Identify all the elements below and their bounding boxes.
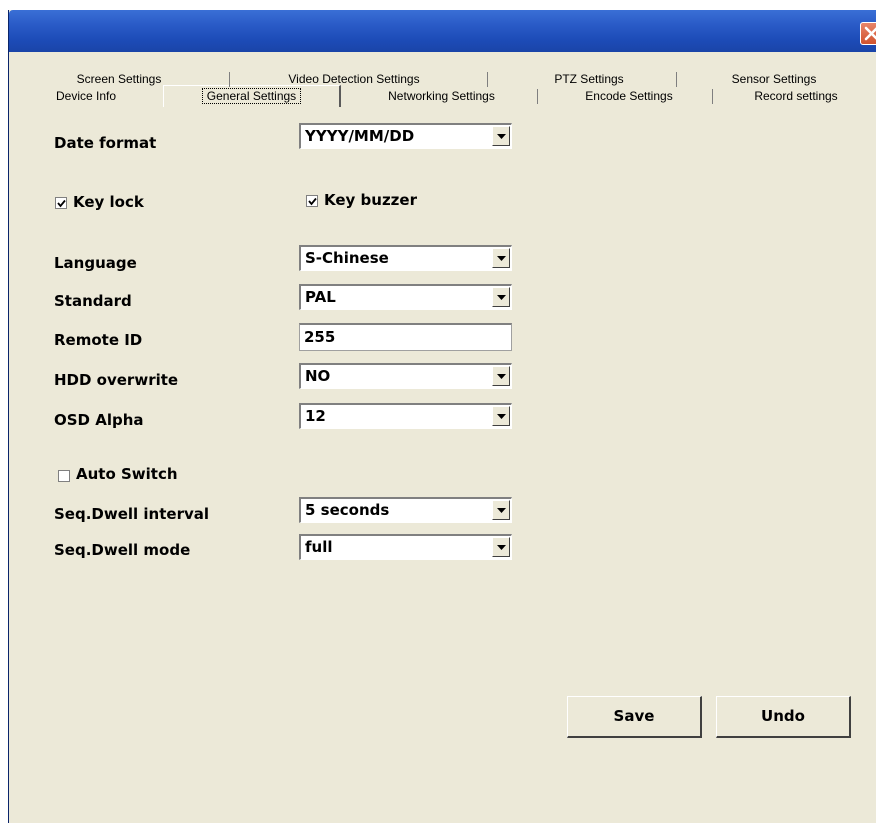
tab-general-settings[interactable]: General Settings <box>164 87 339 105</box>
language-select[interactable]: S-Chinese <box>299 245 512 271</box>
hdd-overwrite-label: HDD overwrite <box>54 371 179 389</box>
chevron-down-icon <box>497 256 506 261</box>
tab-row-top: Screen Settings Video Detection Settings… <box>9 70 876 88</box>
chevron-down-icon <box>497 508 506 513</box>
remote-id-input[interactable]: 255 <box>299 323 512 351</box>
settings-window: Screen Settings Video Detection Settings… <box>8 10 876 823</box>
chevron-down-icon <box>497 414 506 419</box>
key-lock-checkbox[interactable] <box>55 197 67 209</box>
auto-switch-checkbox[interactable] <box>58 470 70 482</box>
key-buzzer-label: Key buzzer <box>324 191 417 209</box>
dropdown-button[interactable] <box>492 248 510 268</box>
tab-separator <box>676 72 677 87</box>
standard-select[interactable]: PAL <box>299 284 512 310</box>
remote-id-value: 255 <box>304 328 336 346</box>
check-icon <box>308 197 317 206</box>
tab-separator <box>229 72 230 87</box>
date-format-label: Date format <box>54 134 157 152</box>
tab-separator <box>537 89 538 104</box>
tab-general-settings-label: General Settings <box>201 88 302 104</box>
tab-screen-settings[interactable]: Screen Settings <box>39 70 199 88</box>
hdd-overwrite-select[interactable]: NO <box>299 363 512 389</box>
dropdown-button[interactable] <box>492 126 510 146</box>
tab-strip: Screen Settings Video Detection Settings… <box>9 52 876 120</box>
hdd-overwrite-value: NO <box>305 367 331 385</box>
save-button[interactable]: Save <box>567 696 702 738</box>
remote-id-label: Remote ID <box>54 331 143 349</box>
dropdown-button[interactable] <box>492 287 510 307</box>
tab-separator <box>712 89 713 104</box>
seq-dwell-mode-label: Seq.Dwell mode <box>54 541 191 559</box>
seq-dwell-interval-value: 5 seconds <box>305 501 390 519</box>
auto-switch-label: Auto Switch <box>76 465 178 483</box>
seq-dwell-mode-select[interactable]: full <box>299 534 512 560</box>
tab-device-info[interactable]: Device Info <box>11 87 161 105</box>
check-icon <box>57 199 66 208</box>
chevron-down-icon <box>497 134 506 139</box>
tab-row-bottom: Device Info General Settings Networking … <box>9 87 876 105</box>
tab-encode-settings[interactable]: Encode Settings <box>544 87 714 105</box>
tab-networking-settings[interactable]: Networking Settings <box>344 87 539 105</box>
key-buzzer-checkbox[interactable] <box>306 195 318 207</box>
osd-alpha-select[interactable]: 12 <box>299 403 512 429</box>
language-label: Language <box>54 254 137 272</box>
seq-dwell-interval-label: Seq.Dwell interval <box>54 505 210 523</box>
date-format-value: YYYY/MM/DD <box>305 127 415 145</box>
close-x-icon <box>864 26 876 41</box>
dropdown-button[interactable] <box>492 406 510 426</box>
title-bar[interactable] <box>9 10 876 52</box>
dropdown-button[interactable] <box>492 537 510 557</box>
key-lock-label: Key lock <box>73 193 144 211</box>
chevron-down-icon <box>497 295 506 300</box>
standard-value: PAL <box>305 288 336 306</box>
tab-separator <box>487 72 488 87</box>
dropdown-button[interactable] <box>492 366 510 386</box>
seq-dwell-interval-select[interactable]: 5 seconds <box>299 497 512 523</box>
seq-dwell-mode-value: full <box>305 538 333 556</box>
language-value: S-Chinese <box>305 249 389 267</box>
dropdown-button[interactable] <box>492 500 510 520</box>
standard-label: Standard <box>54 292 132 310</box>
osd-alpha-value: 12 <box>305 407 326 425</box>
chevron-down-icon <box>497 545 506 550</box>
tab-video-detection-settings[interactable]: Video Detection Settings <box>234 70 474 88</box>
tab-sensor-settings[interactable]: Sensor Settings <box>679 70 869 88</box>
chevron-down-icon <box>497 374 506 379</box>
close-button[interactable] <box>860 22 876 45</box>
osd-alpha-label: OSD Alpha <box>54 411 144 429</box>
tab-record-settings[interactable]: Record settings <box>716 87 876 105</box>
date-format-select[interactable]: YYYY/MM/DD <box>299 123 512 149</box>
tab-ptz-settings[interactable]: PTZ Settings <box>494 70 684 88</box>
undo-button[interactable]: Undo <box>716 696 851 738</box>
